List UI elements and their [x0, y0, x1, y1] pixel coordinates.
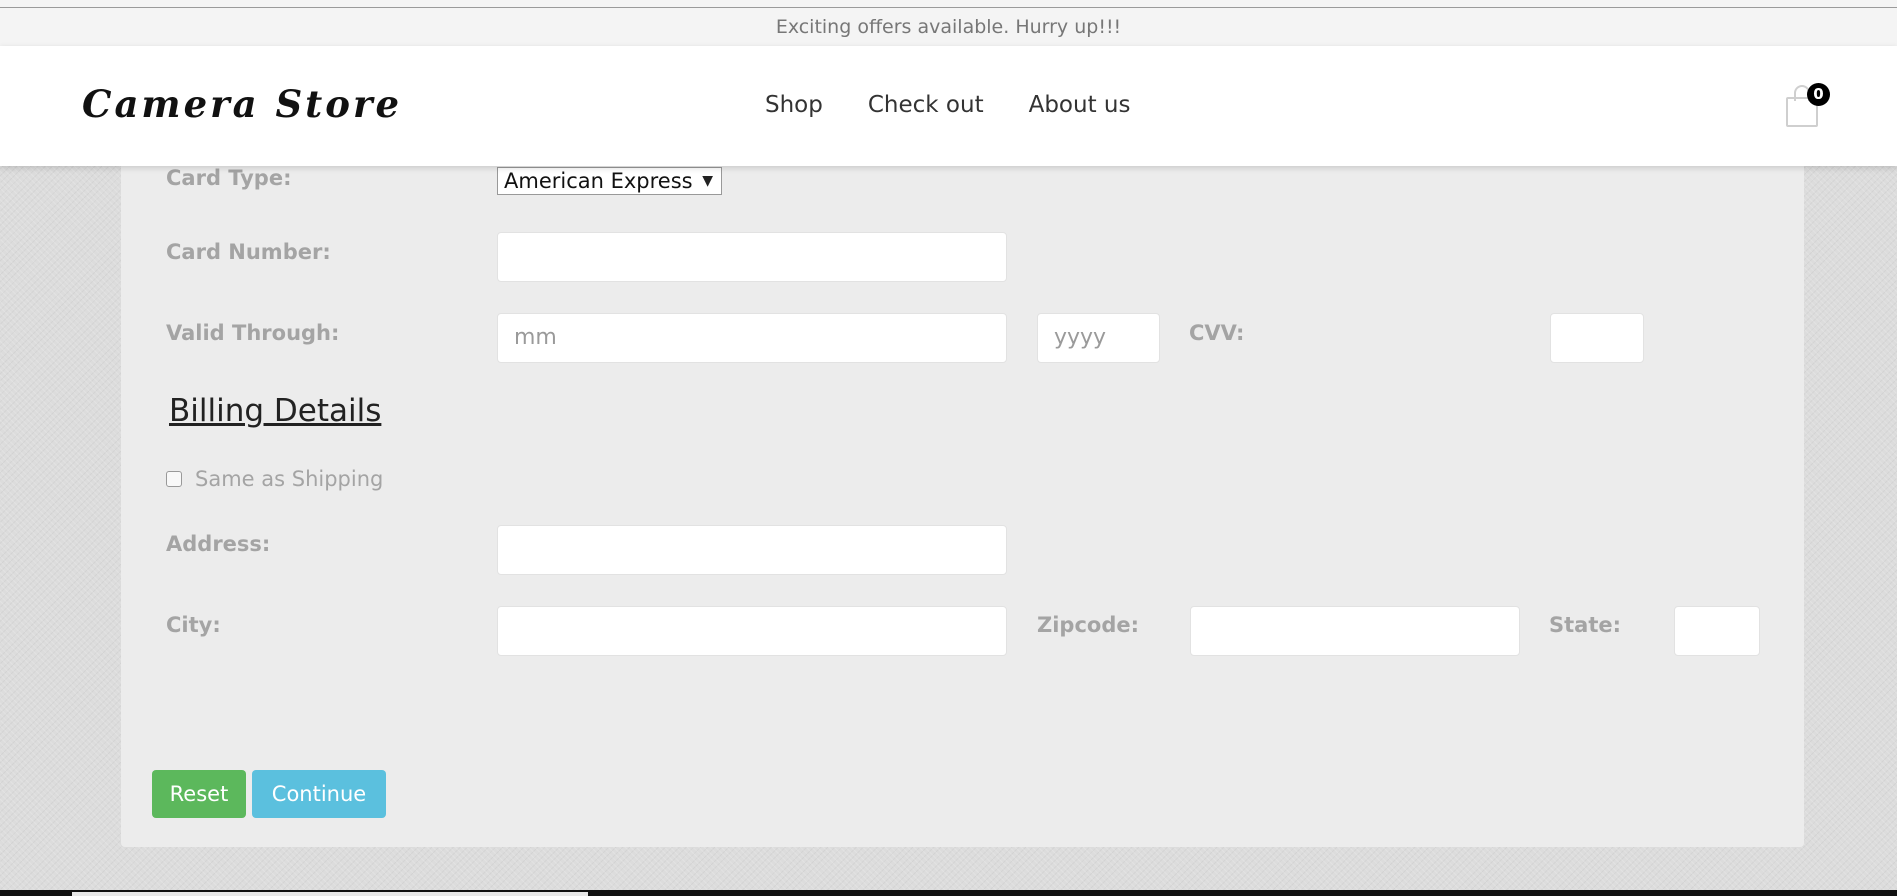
continue-button[interactable]: Continue	[252, 770, 386, 818]
same-as-shipping-checkbox[interactable]	[166, 471, 182, 487]
same-as-shipping-label: Same as Shipping	[195, 467, 384, 491]
card-type-select[interactable]: American Express ▼	[497, 167, 722, 195]
store-logo[interactable]: Camera Store	[82, 82, 402, 126]
dropdown-arrow-icon: ▼	[702, 173, 713, 189]
state-input[interactable]	[1674, 606, 1760, 656]
bottom-strip	[0, 890, 1897, 896]
top-border	[0, 0, 1897, 8]
nav-about[interactable]: About us	[1029, 92, 1131, 118]
state-label: State:	[1549, 613, 1622, 637]
nav-checkout[interactable]: Check out	[868, 92, 984, 118]
address-input[interactable]	[497, 525, 1007, 575]
cvv-label: CVV:	[1189, 321, 1245, 345]
expiry-month-input[interactable]: mm	[497, 313, 1007, 363]
card-number-label: Card Number:	[166, 240, 331, 264]
billing-details-title: Billing Details	[169, 393, 382, 429]
cvv-input[interactable]	[1550, 313, 1644, 363]
card-type-label: Card Type:	[166, 166, 292, 190]
cart-count-badge: 0	[1807, 83, 1830, 106]
zipcode-label: Zipcode:	[1037, 613, 1140, 637]
address-label: Address:	[166, 532, 271, 556]
site-header: Camera Store Shop Check out About us 0	[0, 46, 1897, 166]
valid-through-label: Valid Through:	[166, 321, 340, 345]
zipcode-input[interactable]	[1190, 606, 1520, 656]
city-input[interactable]	[497, 606, 1007, 656]
city-label: City:	[166, 613, 221, 637]
offer-banner: Exciting offers available. Hurry up!!!	[0, 8, 1897, 46]
nav-shop[interactable]: Shop	[765, 92, 823, 118]
cart-button[interactable]: 0	[1784, 83, 1830, 129]
bottom-strip-segment	[72, 892, 588, 896]
expiry-year-input[interactable]: yyyy	[1037, 313, 1160, 363]
card-number-input[interactable]	[497, 232, 1007, 282]
same-as-shipping[interactable]: Same as Shipping	[166, 467, 383, 491]
main-nav: Shop Check out About us	[765, 92, 1175, 118]
card-type-value: American Express	[504, 169, 693, 193]
reset-button[interactable]: Reset	[152, 770, 246, 818]
